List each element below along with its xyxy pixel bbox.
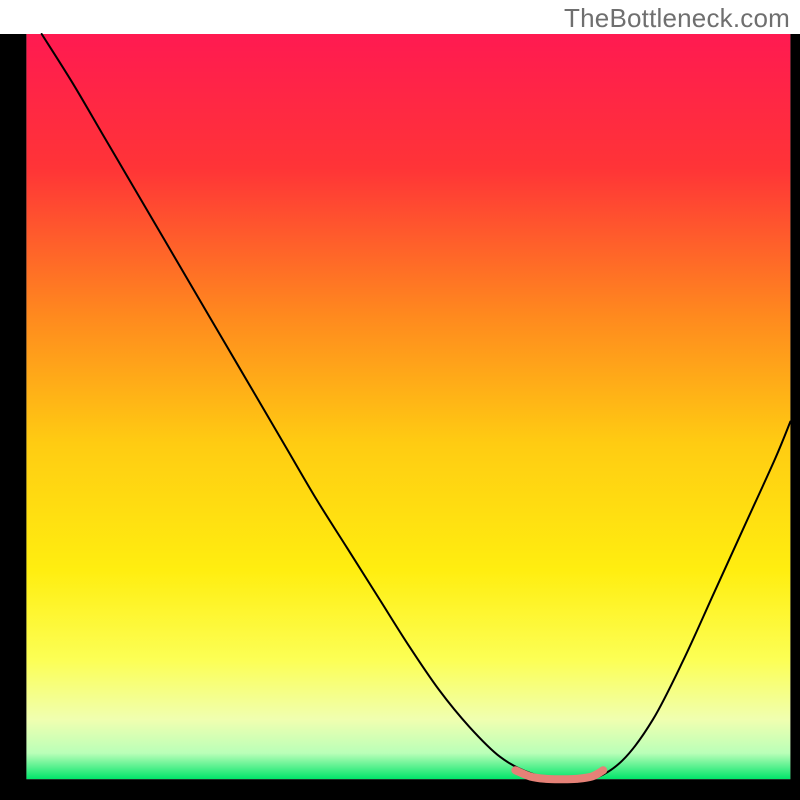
bottleneck-chart (0, 0, 800, 800)
frame-left (0, 34, 26, 800)
chart-container: TheBottleneck.com (0, 0, 800, 800)
frame-bottom (0, 779, 800, 800)
frame-right (790, 34, 800, 800)
plot-background (26, 34, 790, 779)
watermark-text: TheBottleneck.com (564, 3, 790, 34)
